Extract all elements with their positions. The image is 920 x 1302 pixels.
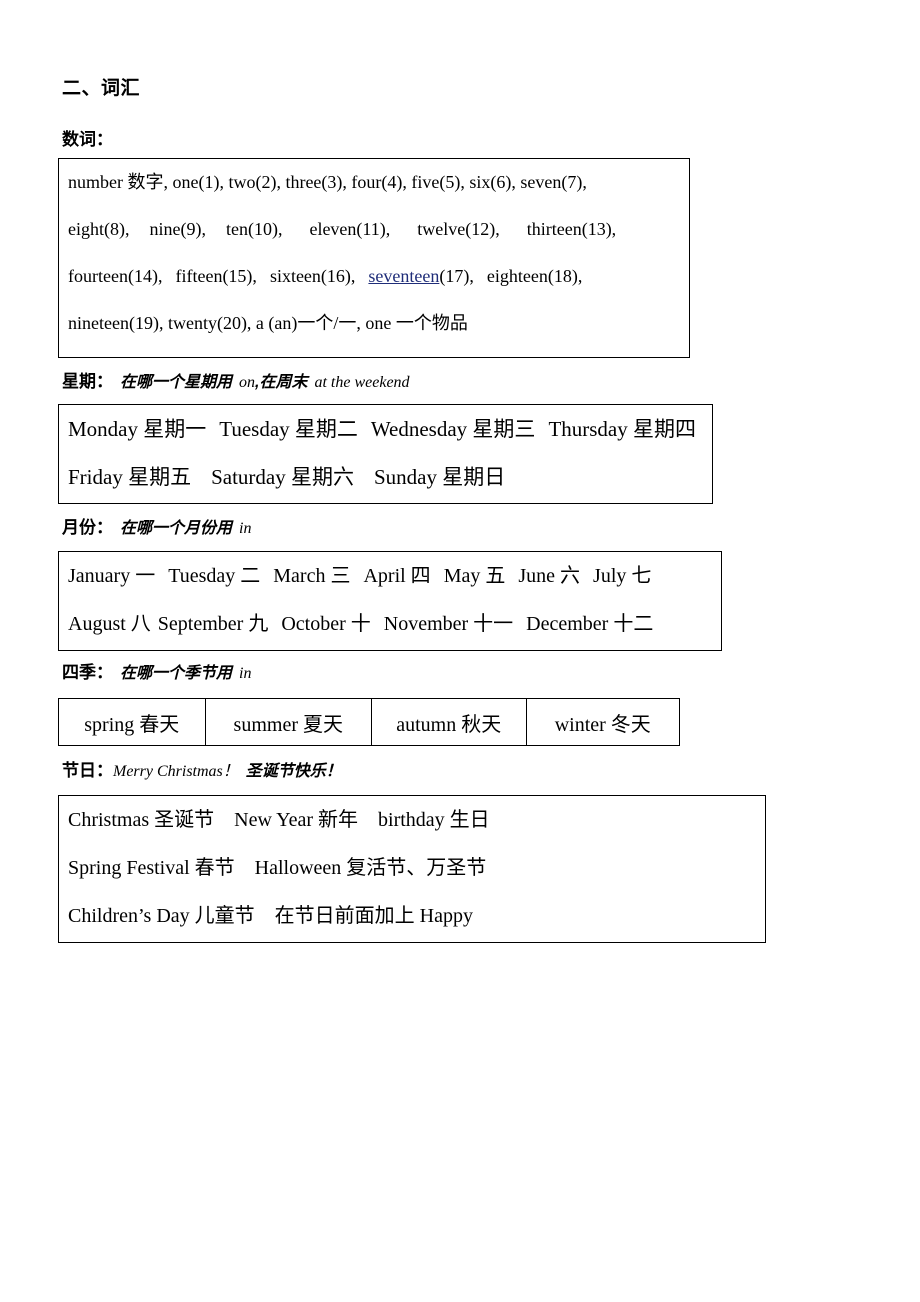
festival-token: New Year 新年 [234,809,359,831]
weekday-token: Tuesday 星期二 [219,417,358,441]
month-token: July 七 [593,565,652,587]
month-token: August 八 [68,613,151,635]
weekdays-label-row: 星期： 在哪一个星期用 on,在周末 at the weekend [62,372,410,392]
weekdays-label: 星期： [62,372,113,391]
weekday-token: Saturday 星期六 [211,465,354,489]
festivals-note-cn: 圣诞节快乐！ [245,763,342,780]
weekdays-note-en: on [239,374,256,391]
weekday-token: Wednesday 星期三 [370,417,536,441]
months-label-row: 月份： 在哪一个月份用 in [62,518,251,538]
numerals-line-1: number 数字, one(1), two(2), three(3), fou… [68,172,587,192]
table-row: January 一 Tuesday 二 March 三 April 四 May 五 Jun… [68,552,712,600]
month-token: March 三 [273,565,351,587]
seasons-label-row: 四季： 在哪一个季节用 in [62,663,251,683]
weekdays-note-cn2: ,在周末 [255,374,308,391]
season-cell: summer 夏天 [206,699,372,745]
numerals-label: 数词： [62,130,113,149]
weekdays-note-cn: 在哪一个星期用 [120,374,233,391]
numerals-token: ten(10), [225,219,283,239]
numerals-token: fifteen(15), [175,266,257,286]
numerals-line-4: nineteen(19), twenty(20), a (an)一个/一, on… [68,313,468,333]
table-row: Spring Festival 春节 Halloween 复活节、万圣节 [68,844,756,892]
seventeen-hyperlink[interactable]: seventeen [368,266,439,286]
month-token: September 九 [157,613,269,635]
numerals-token: eleven(11), [309,219,391,239]
numerals-token: thirteen(13), [526,219,617,239]
numerals-token: twelve(12), [417,219,500,239]
numerals-table: number 数字, one(1), two(2), three(3), fou… [58,158,690,358]
month-token: October 十 [281,613,371,635]
festivals-note-en: Merry Christmas！ [113,763,239,780]
document-page: 二、词汇 数词： number 数字, one(1), two(2), thre… [0,0,920,1302]
month-token: January 一 [68,565,156,587]
festivals-label: 节日： [62,761,113,780]
weekday-token: Thursday 星期四 [548,417,697,441]
months-label: 月份： [62,518,113,537]
section-title: 二、词汇 [62,78,141,99]
numerals-token: fourteen(14), [68,266,163,286]
festival-token: Children’s Day 儿童节 [68,905,255,927]
numerals-label-row: 数词： [62,130,113,150]
numerals-token: nine(9), [149,219,206,239]
weekday-token: Friday 星期五 [68,465,192,489]
numerals-token: eight(8), [68,219,130,239]
season-cell: autumn 秋天 [372,699,527,745]
month-token: May 五 [443,565,506,587]
season-cell: spring 春天 [59,699,206,745]
seasons-note-en: in [239,665,252,682]
month-token: Tuesday 二 [168,565,261,587]
weekday-token: Monday 星期一 [68,417,207,441]
seasons-label: 四季： [62,663,113,682]
festival-token: birthday 生日 [378,809,490,831]
table-row: fourteen(14), fifteen(15), sixteen(16), sev… [68,253,680,300]
table-row: Children’s Day 儿童节 在节日前面加上 Happy [68,892,756,940]
months-table: January 一 Tuesday 二 March 三 April 四 May 五 Jun… [58,551,722,651]
festival-token: Christmas 圣诞节 [68,809,215,831]
numerals-token: eighteen(18), [486,266,583,286]
months-note-cn: 在哪一个月份用 [120,520,233,537]
table-row: number 数字, one(1), two(2), three(3), fou… [68,159,680,206]
table-row: Christmas 圣诞节 New Year 新年 birthday 生日 [68,796,756,844]
weekday-token: Sunday 星期日 [373,465,506,489]
festival-token: 在节日前面加上 Happy [274,905,473,927]
festival-token: Spring Festival 春节 [68,857,235,879]
festival-token: Halloween 复活节、万圣节 [254,857,487,879]
table-row: August 八 September 九 October 十 November 十一 D… [68,600,712,648]
seasons-note-cn: 在哪一个季节用 [120,665,233,682]
table-row: nineteen(19), twenty(20), a (an)一个/一, on… [68,300,680,347]
month-token: November 十一 [383,613,514,635]
month-token: April 四 [363,565,431,587]
month-token: December 十二 [526,613,654,635]
weekdays-note-en2: at the weekend [314,374,410,391]
table-row: eight(8), nine(9), ten(10), eleven(11), twel… [68,206,680,253]
numerals-token: sixteen(16), [269,266,356,286]
festivals-label-row: 节日：Merry Christmas！ 圣诞节快乐！ [62,761,342,781]
table-row: Monday 星期一 Tuesday 星期二 Wednesday 星期三 Thursd… [68,405,703,453]
numerals-token: (17), [439,266,474,286]
weekdays-table: Monday 星期一 Tuesday 星期二 Wednesday 星期三 Thursd… [58,404,713,504]
months-note-en: in [239,520,252,537]
seasons-table: spring 春天 summer 夏天 autumn 秋天 winter 冬天 [58,698,680,746]
table-row: Friday 星期五 Saturday 星期六 Sunday 星期日 [68,453,703,501]
month-token: June 六 [518,565,581,587]
season-cell: winter 冬天 [554,713,651,736]
festivals-table: Christmas 圣诞节 New Year 新年 birthday 生日 Spri… [58,795,766,943]
